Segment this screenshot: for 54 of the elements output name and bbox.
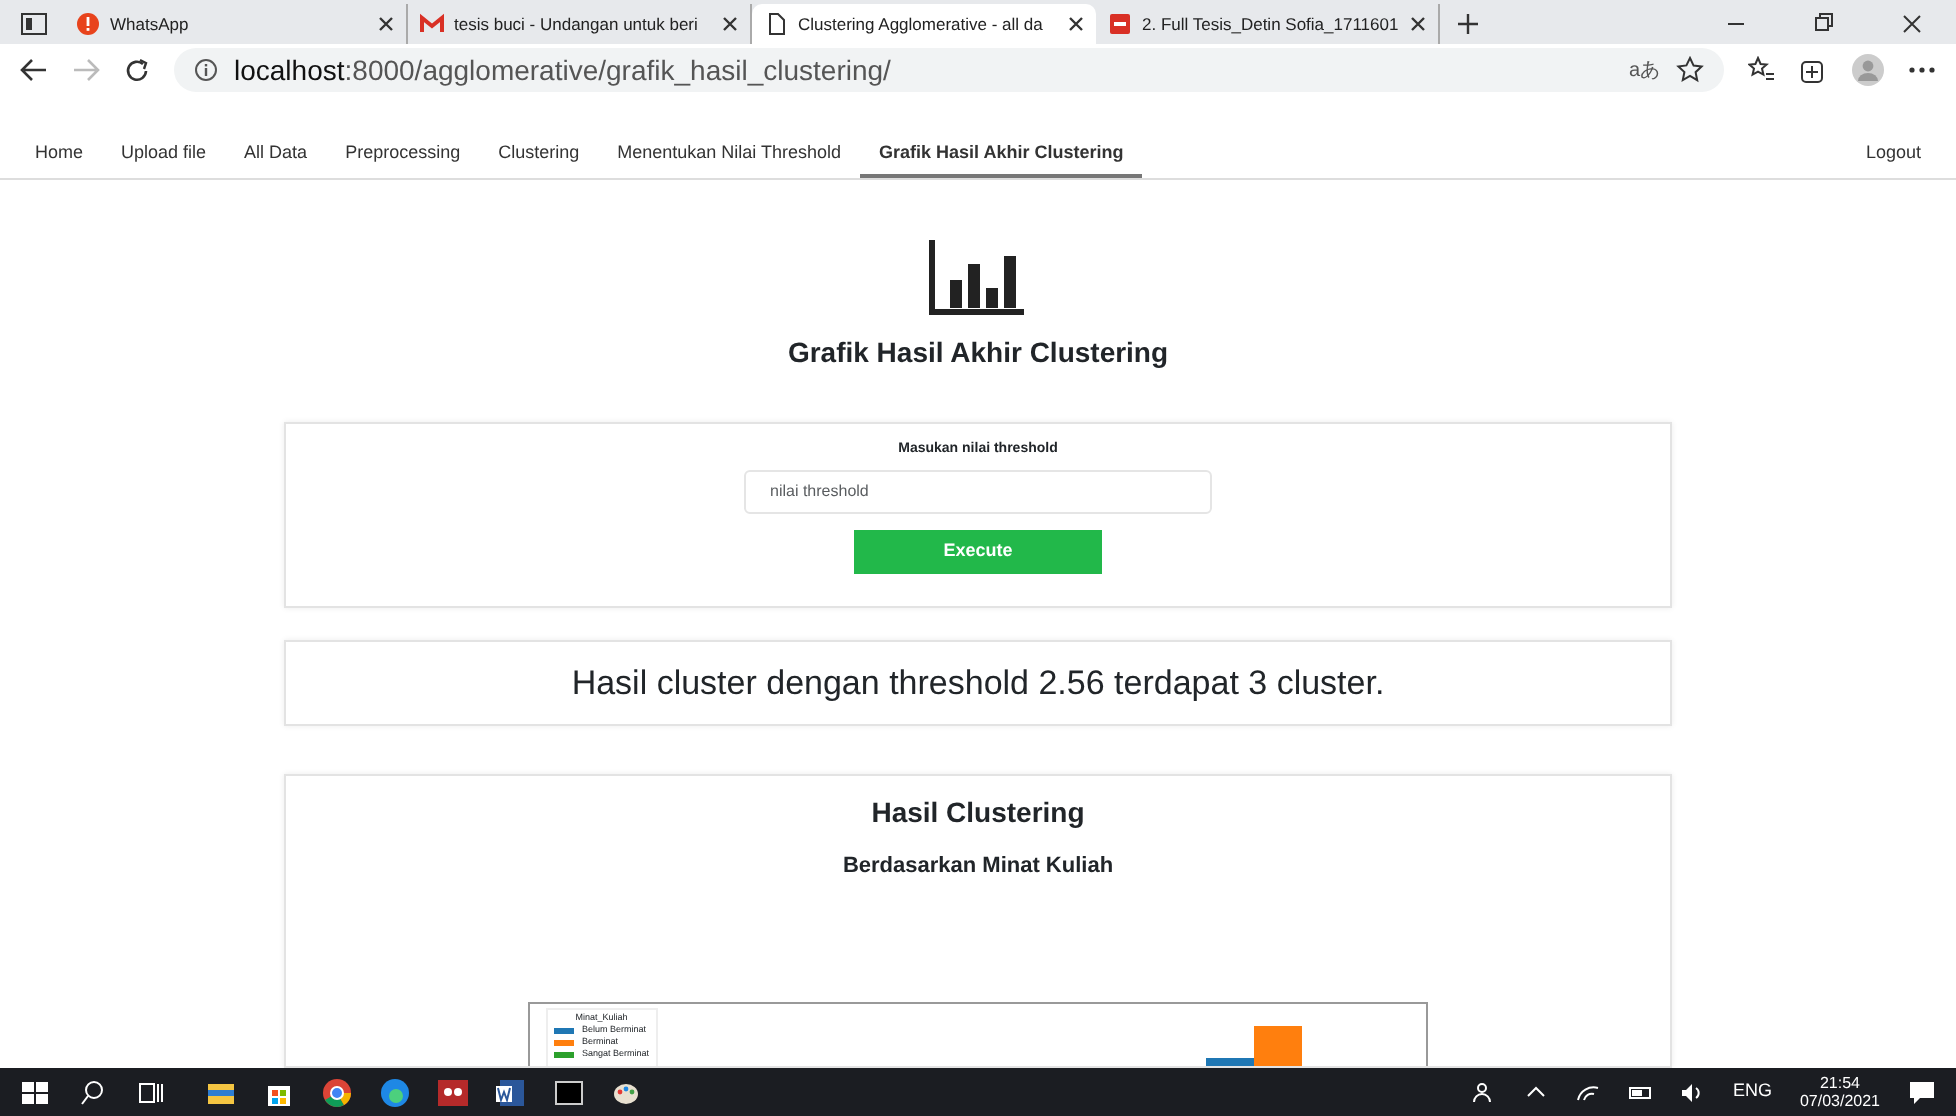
browser-tab[interactable]: Clustering Agglomerative - all da xyxy=(752,4,1096,44)
restore-icon[interactable] xyxy=(1812,12,1836,36)
word-icon[interactable] xyxy=(496,1077,526,1107)
back-icon[interactable] xyxy=(20,58,48,82)
sidebar-icon[interactable] xyxy=(20,12,48,36)
close-icon[interactable] xyxy=(1900,12,1924,36)
page-icon xyxy=(764,12,788,36)
clock-date: 07/03/2021 xyxy=(1799,1092,1880,1110)
refresh-icon[interactable] xyxy=(124,57,150,83)
chrome-icon[interactable] xyxy=(322,1077,352,1107)
close-icon[interactable] xyxy=(722,16,738,32)
alert-icon xyxy=(76,12,100,36)
nav-link[interactable]: Menentukan Nilai Threshold xyxy=(598,132,861,178)
address-bar[interactable]: localhost:8000/agglomerative/grafik_hasil_clustering/ aあ xyxy=(174,48,1724,92)
nav-link[interactable]: Upload file xyxy=(102,132,226,178)
avatar-icon[interactable] xyxy=(1852,54,1884,86)
read-aloud-button[interactable]: aあ xyxy=(1628,55,1660,85)
close-icon[interactable] xyxy=(1410,16,1426,32)
result-text: Hasil cluster dengan threshold 2.56 terdapat 3 cluster. xyxy=(569,661,1387,705)
chart-subtitle: Berdasarkan Minat Kuliah xyxy=(842,852,1114,882)
people-icon[interactable] xyxy=(1472,1080,1497,1104)
wifi-icon[interactable] xyxy=(1576,1080,1601,1104)
nav-link[interactable]: Grafik Hasil Akhir Clustering xyxy=(860,132,1143,178)
close-icon[interactable] xyxy=(378,16,394,32)
mail-icon xyxy=(420,12,444,36)
logout-link[interactable]: Logout xyxy=(1846,132,1940,178)
start-icon[interactable] xyxy=(20,1077,50,1107)
task-view-icon[interactable] xyxy=(136,1077,166,1107)
speaker-icon[interactable] xyxy=(1680,1080,1705,1104)
favorites-icon[interactable] xyxy=(1748,56,1776,84)
terminal-icon[interactable] xyxy=(554,1077,584,1107)
clock-time: 21:54 xyxy=(1817,1074,1862,1092)
edge-icon[interactable] xyxy=(380,1077,410,1107)
close-icon[interactable] xyxy=(1068,16,1084,32)
nav-link[interactable]: Home xyxy=(16,132,103,178)
search-icon[interactable] xyxy=(78,1077,108,1107)
nav-link[interactable]: All Data xyxy=(225,132,327,178)
nav-link[interactable]: Preprocessing xyxy=(326,132,480,178)
plus-icon[interactable] xyxy=(1456,12,1480,36)
bar-chart-icon xyxy=(928,236,1028,316)
info-icon xyxy=(194,58,218,82)
more-icon[interactable] xyxy=(1908,66,1936,74)
favorite-star-icon[interactable] xyxy=(1676,56,1704,84)
nav-link[interactable]: Clustering xyxy=(479,132,599,178)
threshold-input[interactable]: nilai threshold xyxy=(744,469,1212,513)
forward-icon xyxy=(72,58,100,82)
page-title: Grafik Hasil Akhir Clustering xyxy=(787,334,1169,372)
collections-icon[interactable] xyxy=(1800,56,1828,84)
taskbar-clock[interactable]: 21:54 07/03/2021 xyxy=(1799,1074,1880,1110)
pdf-icon xyxy=(1108,12,1132,36)
language-indicator[interactable]: ENG xyxy=(1732,1078,1772,1106)
url-text: localhost:8000/agglomerative/grafik_hasil_clustering/ xyxy=(234,51,891,90)
section-title: Hasil Clustering xyxy=(871,794,1085,832)
notification-icon[interactable] xyxy=(1908,1079,1936,1105)
